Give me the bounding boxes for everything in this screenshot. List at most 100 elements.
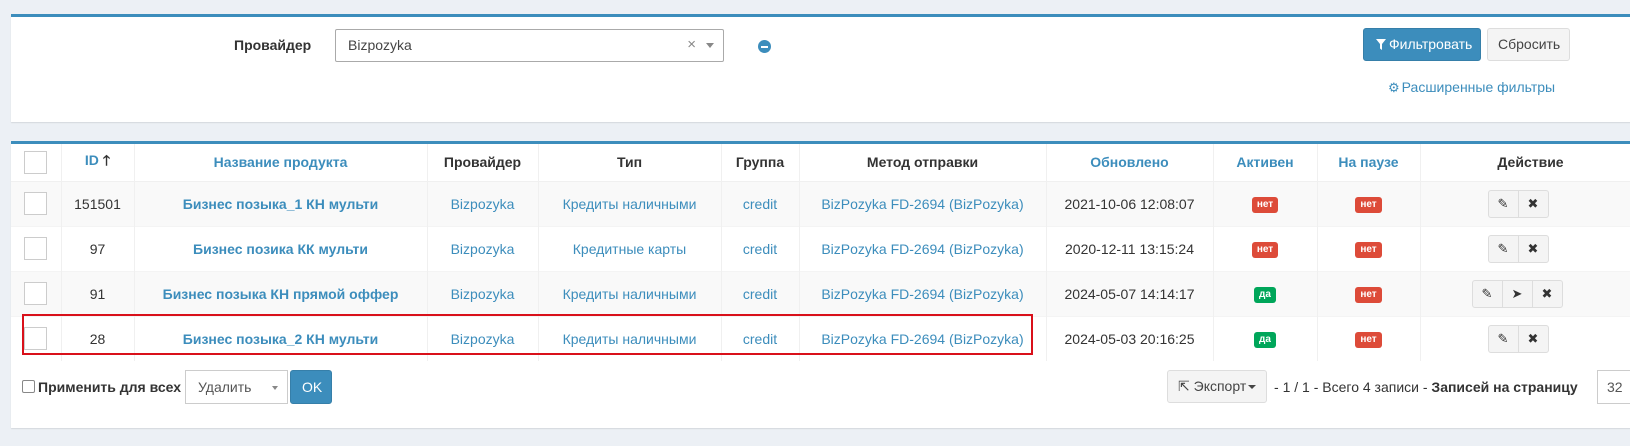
cell-method-link[interactable]: BizPozyka FD-2694 (BizPozyka) [799,315,1047,361]
pencil-icon: ✎ [1497,240,1509,256]
row-checkbox[interactable] [24,237,48,260]
apply-all-checkbox[interactable] [22,380,35,393]
edit-button[interactable]: ✎ [1487,189,1519,218]
row-select-cell [11,270,62,316]
cell-id: 28 [61,315,135,361]
column-header-provider: Провайдер [427,144,539,182]
products-table: ID 🡑 Название продукта Провайдер Тип Груп… [11,144,1630,361]
cell-type-link[interactable]: Кредиты наличными [538,180,722,226]
table-row: 97 Бизнес позика КК мульти Bizpozyka Кре… [11,225,1630,271]
status-badge: да [1254,332,1276,349]
ok-button-label: OK [302,379,323,395]
cell-active: нет [1213,225,1318,271]
edit-button[interactable]: ✎ [1487,324,1519,353]
select-all-checkbox[interactable] [24,150,48,174]
status-badge: да [1254,287,1276,303]
column-header-updated[interactable]: Обновлено [1046,144,1214,182]
cell-updated: 2020-12-11 13:15:24 [1046,225,1214,271]
cell-paused: нет [1317,180,1421,226]
close-icon: ✖ [1541,285,1553,301]
per-page-label: Записей на страницу [1431,379,1578,395]
cell-group-link[interactable]: credit [721,315,800,361]
chevron-down-icon[interactable] [706,43,714,48]
cell-group-link[interactable]: credit [721,270,800,316]
provider-select-value: Bizpozyka [348,37,412,53]
chevron-down-icon [272,386,278,390]
cell-updated: 2024-05-03 20:16:25 [1046,315,1214,361]
table-row: 91 Бизнес позыка КН прямой оффер Bizpozy… [11,270,1630,316]
cell-group-link[interactable]: credit [721,225,800,271]
cell-product-name-link[interactable]: Бизнес позыка_2 КН мульти [134,315,428,361]
row-select-cell [11,315,62,361]
delete-button[interactable]: ✖ [1517,234,1549,263]
cell-product-name-link[interactable]: Бизнес позыка КН прямой оффер [134,270,428,316]
cell-method-link[interactable]: BizPozyka FD-2694 (BizPozyka) [799,225,1047,271]
close-icon: ✖ [1527,240,1539,256]
cell-method-link[interactable]: BizPozyka FD-2694 (BizPozyka) [799,270,1047,316]
column-header-action: Действие [1420,144,1630,182]
cell-paused: нет [1317,225,1421,271]
per-page-input[interactable]: 32 [1597,370,1630,404]
pencil-icon: ✎ [1497,330,1509,346]
cell-method-link[interactable]: BizPozyka FD-2694 (BizPozyka) [799,180,1047,226]
cell-provider-link[interactable]: Bizpozyka [427,225,539,271]
cell-active: да [1213,315,1318,361]
cell-provider-link[interactable]: Bizpozyka [427,270,539,316]
reset-button[interactable]: Сбросить [1487,28,1570,61]
cell-type-link[interactable]: Кредитные карты [538,225,722,271]
caret-down-icon [1248,385,1257,389]
column-header-active[interactable]: Активен [1213,144,1318,182]
cell-actions: ✎ ✖ [1420,315,1630,361]
total-records: Всего 4 записи [1322,379,1419,395]
cell-provider-link[interactable]: Bizpozyka [427,315,539,361]
remove-filter-icon[interactable] [758,40,771,53]
filter-button[interactable]: Фильтровать [1363,28,1481,61]
send-button[interactable]: ➤ [1501,279,1533,308]
ok-button[interactable]: OK [290,370,332,404]
row-checkbox[interactable] [24,192,48,215]
row-checkbox[interactable] [24,282,48,305]
cell-group-link[interactable]: credit [721,180,800,226]
bulk-action-value: Удалить [198,379,252,395]
cell-type-link[interactable]: Кредиты наличными [538,270,722,316]
edit-button[interactable]: ✎ [1487,234,1519,263]
clear-selection-icon[interactable]: × [687,36,696,53]
advanced-filters-label: Расширенные фильтры [1401,79,1556,95]
table-header-row: ID 🡑 Название продукта Провайдер Тип Груп… [11,144,1630,182]
close-icon: ✖ [1527,330,1539,346]
cell-active: нет [1213,180,1318,226]
cell-provider-link[interactable]: Bizpozyka [427,180,539,226]
filter-button-label: Фильтровать [1389,36,1473,52]
cell-updated: 2021-10-06 12:08:07 [1046,180,1214,226]
delete-button[interactable]: ✖ [1517,189,1549,218]
cell-product-name-link[interactable]: Бизнес позыка_1 КН мульти [134,180,428,226]
status-badge: нет [1355,197,1382,213]
pagination-info: - 1 / 1 - Всего 4 записи - Записей на ст… [1274,379,1578,395]
close-icon: ✖ [1527,195,1539,211]
row-checkbox[interactable] [24,327,48,351]
export-icon: ⇱ [1178,378,1190,394]
bulk-action-select[interactable]: Удалить [185,370,288,404]
page-info: 1 / 1 [1282,379,1310,395]
per-page-value: 32 [1607,379,1623,395]
cell-id: 151501 [61,180,135,226]
delete-button[interactable]: ✖ [1517,324,1549,353]
table-row: 28 Бизнес позыка_2 КН мульти Bizpozyka К… [11,315,1630,361]
advanced-filters-link[interactable]: ⚙ Расширенные фильтры [1388,79,1555,96]
column-header-id[interactable]: ID 🡑 [61,144,135,182]
cell-type-link[interactable]: Кредиты наличными [538,315,722,361]
column-header-paused[interactable]: На паузе [1317,144,1421,182]
export-button[interactable]: ⇱ Экспорт [1167,370,1267,403]
column-header-type: Тип [538,144,722,182]
cell-actions: ✎ ✖ [1420,225,1630,271]
column-header-name[interactable]: Название продукта [134,144,428,182]
apply-all-label: Применить для всех (4) [38,379,203,395]
edit-button[interactable]: ✎ [1471,279,1503,308]
table-row: 151501 Бизнес позыка_1 КН мульти Bizpozy… [11,180,1630,226]
cell-product-name-link[interactable]: Бизнес позика КК мульти [134,225,428,271]
provider-select[interactable]: Bizpozyka × [335,29,724,62]
column-header-group: Группа [721,144,800,182]
delete-button[interactable]: ✖ [1531,279,1563,308]
funnel-icon [1376,39,1386,50]
gears-icon: ⚙ [1388,80,1400,95]
